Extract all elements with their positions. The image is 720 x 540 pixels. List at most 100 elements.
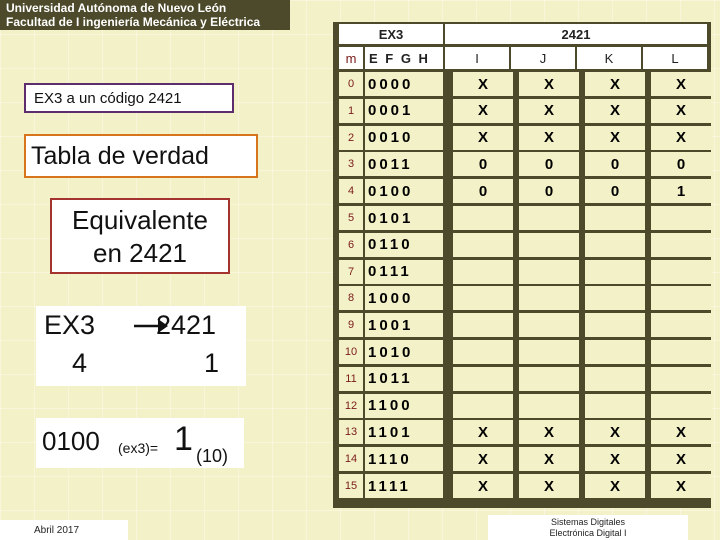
output-cell-j: [519, 259, 579, 284]
output-cell-k: 0: [585, 152, 645, 177]
output-cell-i: X: [453, 447, 513, 472]
output-cell-l: X: [651, 72, 711, 96]
output-cell-j: X: [519, 447, 579, 472]
output-cell-i: X: [453, 72, 513, 96]
output-cell-l: [651, 206, 711, 230]
equivalent-box: Equivalente en 2421: [50, 198, 230, 274]
output-cell-l: X: [651, 125, 711, 150]
output-cell-l: X: [651, 447, 711, 472]
output-cell-i: 0: [453, 179, 513, 204]
output-cell-i: X: [453, 125, 513, 150]
output-cell-k: [585, 313, 645, 338]
truth-table-label: Tabla de verdad: [31, 141, 209, 170]
output-cell-j: X: [519, 420, 579, 445]
output-cell-k: [585, 340, 645, 364]
output-cell-k: [585, 286, 645, 311]
output-cell-j: [519, 206, 579, 230]
row-index: 7: [339, 259, 363, 284]
footer-course-line-2: Electrónica Digital I: [549, 528, 627, 538]
output-cell-k: [585, 232, 645, 257]
equation-subscript-ex3: (ex3)=: [118, 440, 159, 456]
footer-course-line-1: Sistemas Digitales: [550, 517, 626, 527]
output-cell-l: [651, 259, 711, 284]
output-cell-k: X: [585, 125, 645, 150]
ex3-code: 0100: [365, 179, 443, 204]
truth-table-label-box: Tabla de verdad: [24, 134, 258, 178]
output-cell-l: 1: [651, 179, 711, 204]
output-cell-k: [585, 393, 645, 418]
output-cell-k: X: [585, 447, 645, 472]
column-header-k: K: [577, 47, 641, 69]
row-index: 1: [339, 98, 363, 123]
output-cell-j: 0: [519, 152, 579, 177]
output-cell-j: [519, 286, 579, 311]
row-index: 12: [339, 393, 363, 418]
output-cell-l: [651, 340, 711, 364]
output-cell-i: [453, 206, 513, 230]
output-cell-i: 0: [453, 152, 513, 177]
output-cell-j: [519, 366, 579, 391]
column-header-m: m: [339, 47, 363, 69]
university-name: Universidad Autónoma de Nuevo León: [6, 1, 227, 15]
column-header-j: J: [511, 47, 575, 69]
output-cell-l: [651, 393, 711, 418]
row-index: 0: [339, 72, 363, 96]
ex3-code: 0110: [365, 232, 443, 257]
output-cell-j: X: [519, 474, 579, 498]
output-cell-k: X: [585, 420, 645, 445]
output-cell-j: [519, 313, 579, 338]
equivalent-line-2: en 2421: [93, 238, 187, 268]
output-cell-l: X: [651, 98, 711, 123]
output-cell-k: [585, 259, 645, 284]
conversion-to-code: 2421: [156, 310, 217, 340]
equation-box: 0100 (ex3)= 1 (10): [36, 418, 244, 468]
footer-date-box: Abril 2017: [0, 520, 128, 540]
ex3-code: 0011: [365, 152, 443, 177]
output-cell-i: X: [453, 98, 513, 123]
ex3-code: 1010: [365, 340, 443, 364]
equation-result: 1: [174, 420, 193, 458]
row-index: 14: [339, 447, 363, 472]
ex3-code: 0001: [365, 98, 443, 123]
equation-subscript-decimal: (10): [196, 446, 229, 466]
output-cell-i: [453, 393, 513, 418]
row-index: 4: [339, 179, 363, 204]
row-index: 9: [339, 313, 363, 338]
output-cell-i: X: [453, 420, 513, 445]
output-cell-l: [651, 313, 711, 338]
output-cell-k: X: [585, 72, 645, 96]
output-cell-i: [453, 340, 513, 364]
ex3-code: 1100: [365, 393, 443, 418]
output-cell-l: X: [651, 474, 711, 498]
conversion-example-box: EX3 2421 4 1: [36, 306, 246, 386]
ex3-code: 1001: [365, 313, 443, 338]
output-cell-i: [453, 259, 513, 284]
equivalent-line-1: Equivalente: [72, 205, 208, 235]
output-cell-k: X: [585, 98, 645, 123]
ex3-code: 1110: [365, 447, 443, 472]
output-cell-k: 0: [585, 179, 645, 204]
ex3-code: 1011: [365, 366, 443, 391]
ex3-code: 0010: [365, 125, 443, 150]
row-index: 3: [339, 152, 363, 177]
conversion-to-value: 1: [204, 348, 220, 378]
output-cell-j: [519, 340, 579, 364]
row-index: 2: [339, 125, 363, 150]
output-cell-i: [453, 366, 513, 391]
output-cell-j: X: [519, 98, 579, 123]
column-header-l: L: [643, 47, 707, 69]
slide-title: EX3 a un código 2421: [34, 89, 182, 107]
output-cell-l: [651, 366, 711, 391]
group-header-2421: 2421: [445, 24, 707, 44]
output-cell-l: [651, 232, 711, 257]
ex3-code: 1000: [365, 286, 443, 311]
row-index: 10: [339, 340, 363, 364]
output-cell-l: X: [651, 420, 711, 445]
output-cell-j: X: [519, 125, 579, 150]
institution-header: Universidad Autónoma de Nuevo León Facul…: [0, 0, 290, 30]
row-index: 5: [339, 206, 363, 230]
output-cell-j: X: [519, 72, 579, 96]
column-header-i: I: [445, 47, 509, 69]
row-index: 11: [339, 366, 363, 391]
row-index: 6: [339, 232, 363, 257]
